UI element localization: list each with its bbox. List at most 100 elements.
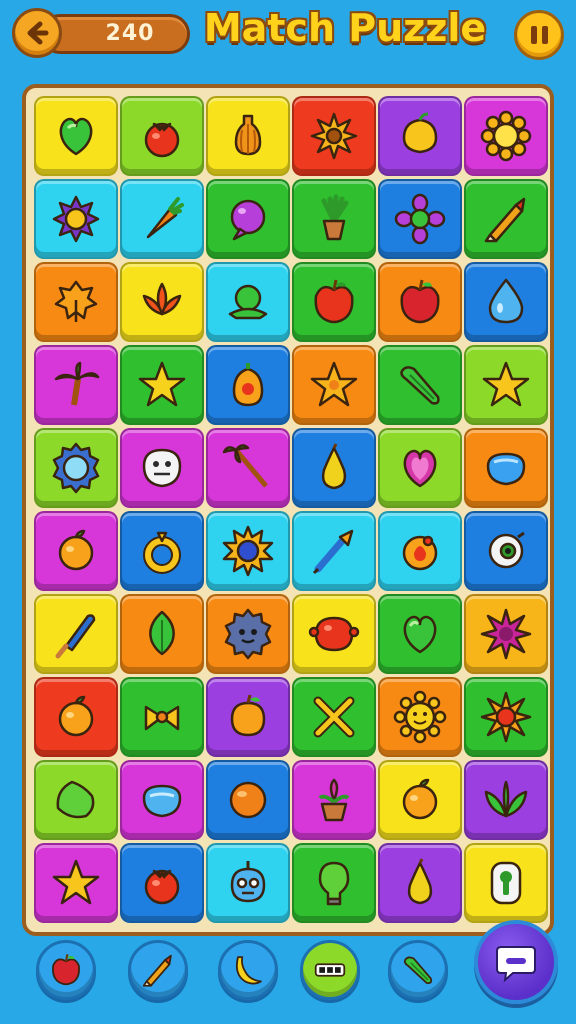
tile[interactable] [34,179,118,259]
tile[interactable] [34,677,118,757]
smiling-sun-icon [393,690,447,744]
tile[interactable] [292,262,376,342]
tile[interactable] [206,96,290,176]
sun-disc-icon [222,525,274,577]
leaf-heart-icon [59,117,93,156]
potted-plant-icon [321,194,349,241]
tile[interactable] [120,760,204,840]
tile[interactable] [464,345,548,425]
bell-pepper-icon [232,363,264,407]
tile[interactable] [378,594,462,674]
water-drop-icon [488,278,524,324]
tile[interactable] [378,677,462,757]
tile[interactable] [464,843,548,923]
okra-icon [403,956,433,985]
tile[interactable] [34,511,118,591]
tile[interactable] [378,511,462,591]
tile[interactable] [464,428,548,508]
tile[interactable] [206,428,290,508]
pear-icon [407,858,433,905]
violet-flower-icon [52,195,100,243]
chat-button[interactable] [474,920,558,1004]
tile[interactable] [120,262,204,342]
crayon-icon [484,197,526,243]
tile[interactable] [378,262,462,342]
powerup-okra-button[interactable] [388,940,448,1000]
starfish-icon [310,361,358,407]
tile[interactable] [464,96,548,176]
pause-icon [530,26,537,44]
tile[interactable] [292,677,376,757]
tile[interactable] [34,428,118,508]
tile[interactable] [378,760,462,840]
tile[interactable] [378,96,462,176]
tile[interactable] [206,345,290,425]
tile[interactable] [34,262,118,342]
tile[interactable] [206,677,290,757]
tile[interactable] [34,760,118,840]
tile[interactable] [206,594,290,674]
tile[interactable] [120,677,204,757]
okra-icon [400,366,440,405]
tile[interactable] [206,179,290,259]
gold-ring-icon [143,531,181,574]
tile[interactable] [120,511,204,591]
tile[interactable] [464,760,548,840]
tile[interactable] [120,428,204,508]
tile[interactable] [34,843,118,923]
lotus-icon [142,282,182,316]
apple-icon [400,279,440,324]
game-board [22,84,554,936]
gear-gem-icon [52,442,100,494]
tile[interactable] [464,594,548,674]
tile[interactable] [378,843,462,923]
purple-flower-icon [394,193,446,245]
orange-ball-icon [229,781,267,819]
tile[interactable] [120,594,204,674]
tile[interactable] [292,843,376,923]
tomato-icon [144,122,180,158]
tile[interactable] [206,843,290,923]
tile[interactable] [206,262,290,342]
pause-button[interactable] [514,10,564,60]
tile[interactable] [292,511,376,591]
tile[interactable] [464,262,548,342]
cross-sticks-icon [313,696,355,738]
powerup-apple-button[interactable] [36,940,96,1000]
game-title: Match Puzzle [203,6,487,50]
tile[interactable] [34,96,118,176]
tile[interactable] [464,511,548,591]
tile[interactable] [34,594,118,674]
back-button[interactable] [12,8,62,58]
tile[interactable] [378,179,462,259]
tile[interactable] [206,511,290,591]
pear-icon [321,443,347,490]
palm-tree-icon [54,361,100,406]
star-icon [52,859,100,905]
tile[interactable] [292,96,376,176]
powerup-banana-button[interactable] [218,940,278,1000]
tile[interactable] [292,179,376,259]
tile[interactable] [292,345,376,425]
tile[interactable] [292,594,376,674]
tile[interactable] [206,760,290,840]
tile[interactable] [120,843,204,923]
tile[interactable] [120,96,204,176]
crayon-icon [142,954,172,987]
sunflower-icon [310,112,358,160]
tile[interactable] [292,428,376,508]
tile[interactable] [464,179,548,259]
powerup-crayon-button[interactable] [128,940,188,1000]
tile[interactable] [378,345,462,425]
tile[interactable] [120,179,204,259]
tile[interactable] [292,760,376,840]
tile[interactable] [378,428,462,508]
blue-gem-icon [486,452,526,486]
tile[interactable] [464,677,548,757]
mushroom-face-icon [142,448,182,488]
powerup-three-dots-button[interactable] [300,940,360,1000]
red-apple-icon [314,279,354,324]
green-leaf-icon [149,610,175,656]
tile[interactable] [34,345,118,425]
tile[interactable] [120,345,204,425]
